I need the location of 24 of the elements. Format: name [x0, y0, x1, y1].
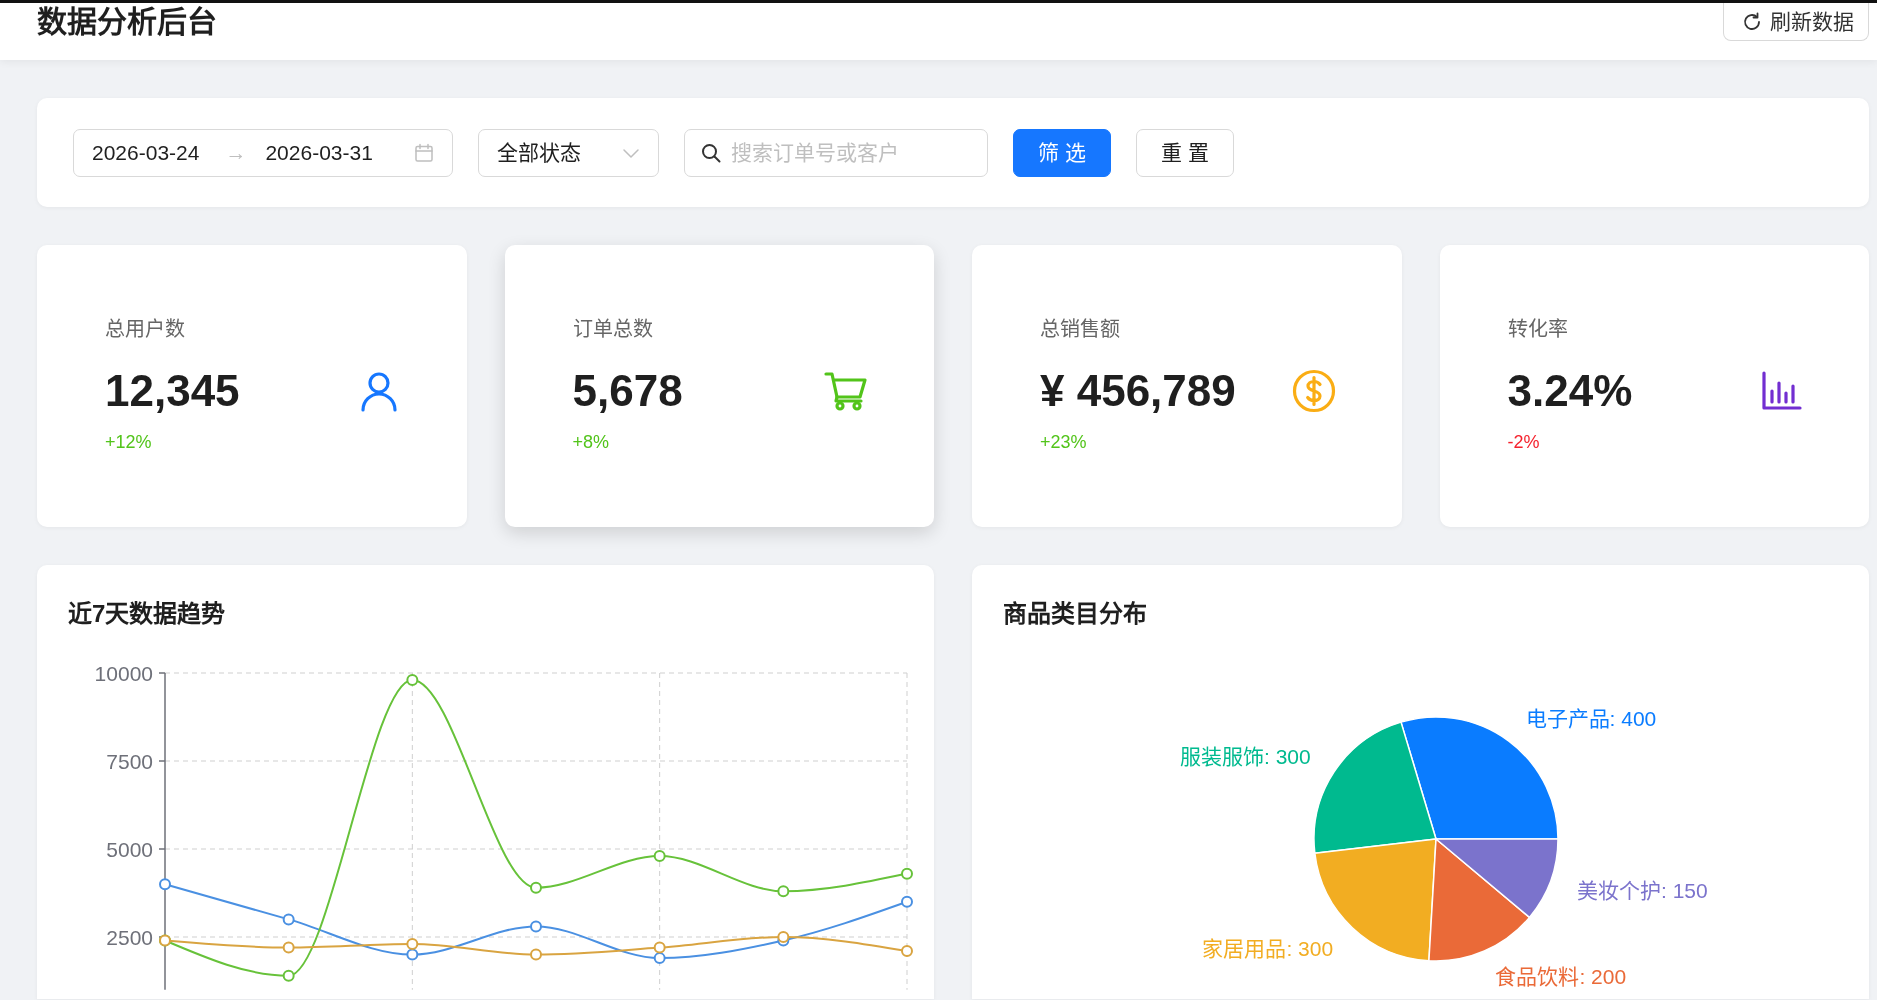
stat-label: 转化率	[1507, 317, 1569, 341]
stat-change: -2%	[1507, 431, 1541, 453]
slice-label: 服装服饰: 300	[1180, 745, 1311, 769]
slice-label: 家居用品: 300	[1202, 936, 1334, 960]
stat-label: 总销售额	[1040, 317, 1121, 341]
stat-value: ¥ 456,789	[1040, 365, 1236, 417]
stat-value: 3.24%	[1507, 365, 1633, 417]
stat-change: +23%	[1040, 431, 1088, 453]
stat-label: 总用户数	[105, 317, 186, 341]
page-title: 数据分析后台	[37, 5, 217, 38]
chart-title: 商品类目分布	[1003, 599, 1147, 629]
axis-label: 7500	[106, 749, 153, 773]
slice-label: 电子产品: 400	[1525, 707, 1657, 731]
stat-label: 订单总数	[572, 317, 654, 341]
axis-label: 10000	[94, 661, 153, 685]
chart-title: 近7天数据趋势	[68, 599, 226, 629]
stat-change: +12%	[105, 431, 153, 453]
stat-change: +8%	[572, 431, 611, 453]
stat-value: 5,678	[572, 365, 683, 417]
stat-value: 12,345	[105, 365, 240, 417]
axis-label: 2500	[106, 925, 153, 949]
slice-label: 美妆个护: 150	[1577, 878, 1708, 902]
slice-label: 食品饮料: 200	[1495, 965, 1627, 989]
axis-label: 5000	[106, 837, 153, 861]
